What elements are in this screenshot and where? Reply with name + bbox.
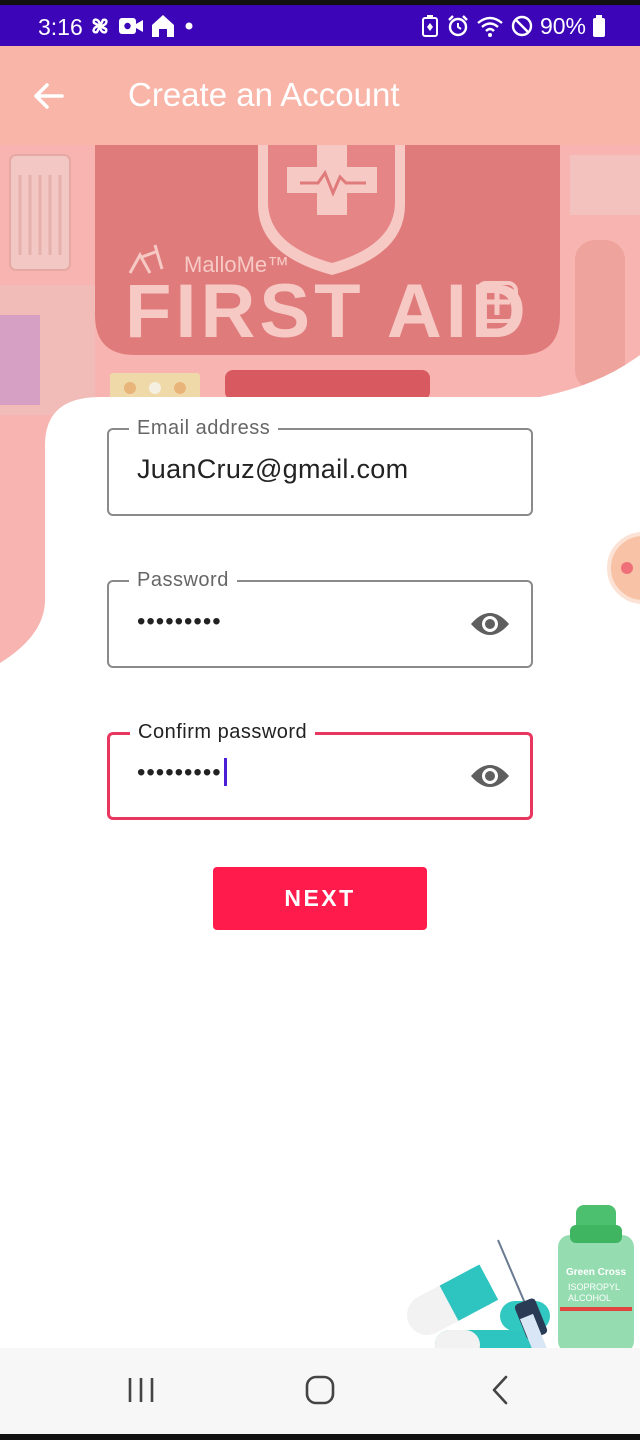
password-field[interactable]: Password ••••••••• (107, 568, 533, 668)
email-value: JuanCruz@gmail.com (137, 454, 409, 484)
wifi-icon (477, 16, 503, 37)
video-call-icon (119, 18, 143, 34)
dot-icon (185, 22, 193, 30)
status-time: 3:16 (38, 14, 83, 40)
decorative-circle (607, 532, 640, 604)
bottle-line2-text: ALCOHOL (568, 1293, 611, 1303)
back-nav-icon[interactable] (477, 1370, 523, 1410)
home-icon (152, 15, 174, 37)
home-button-icon[interactable] (297, 1370, 343, 1410)
back-arrow-icon[interactable] (28, 76, 68, 116)
bottle-line1-text: ISOPROPYL (568, 1282, 620, 1292)
eye-icon[interactable] (469, 760, 511, 792)
password-value: ••••••••• (137, 608, 222, 635)
alarm-icon (448, 15, 468, 37)
battery-icon (593, 15, 605, 37)
confirm-password-value: ••••••••• (137, 759, 222, 786)
page-title: Create an Account (128, 76, 400, 113)
do-not-disturb-icon (511, 15, 533, 37)
email-label: Email address (129, 416, 279, 440)
confirm-password-field[interactable]: Confirm password ••••••••• (107, 720, 533, 820)
confirm-password-container: ••••••••• (137, 757, 227, 787)
battery-percent: 90% (539, 12, 586, 39)
text-caret (223, 757, 227, 786)
next-button[interactable]: NEXT (213, 867, 427, 930)
status-bar: 3:16 90% (0, 0, 640, 46)
password-label: Password (129, 568, 237, 592)
svg-text:FIRST AID: FIRST AID (125, 269, 530, 354)
confirm-password-label: Confirm password (130, 720, 316, 744)
eye-icon[interactable] (469, 608, 511, 640)
app-bar: Create an Account (0, 46, 640, 145)
bottle-brand-text: Green Cross (566, 1267, 626, 1278)
medical-supplies-image: Green Cross ISOPROPYL ALCOHOL (406, 1205, 634, 1350)
status-right-icons: 90% (420, 11, 606, 41)
navigation-bar (0, 1348, 640, 1440)
email-field[interactable]: Email address JuanCruz@gmail.com (107, 416, 533, 516)
pinwheel-icon (92, 18, 108, 34)
status-left-icons (88, 11, 196, 41)
recent-apps-icon[interactable] (118, 1370, 164, 1410)
battery-saver-icon (421, 15, 438, 37)
